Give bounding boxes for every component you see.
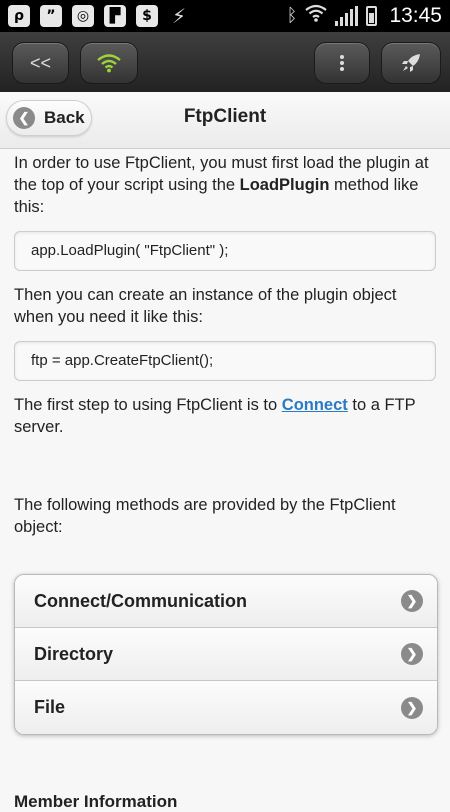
- wifi-button[interactable]: [80, 42, 138, 84]
- methods-intro: The following methods are provided by th…: [14, 496, 396, 536]
- list-item-file[interactable]: File ❯: [15, 681, 437, 734]
- chevron-right-icon: ❯: [401, 643, 423, 665]
- first-step-paragraph: The first step to using FtpClient is to …: [14, 394, 436, 438]
- rocket-icon: [402, 54, 420, 72]
- code-block-create: ftp = app.CreateFtpClient();: [14, 341, 436, 381]
- instance-paragraph: Then you can create an instance of the p…: [14, 286, 397, 326]
- clock: 13:45: [389, 3, 442, 27]
- status-bar: ρ ” ◎ ▛ $ ⚡ ᛒ 13:45: [0, 0, 450, 32]
- loadplugin-term: LoadPlugin: [239, 176, 330, 194]
- code-block-loadplugin: app.LoadPlugin( "FtpClient" );: [14, 231, 436, 271]
- wifi-icon: [305, 3, 328, 28]
- notification-icons: ρ ” ◎ ▛ $ ⚡: [8, 4, 190, 28]
- doc-content: In order to use FtpClient, you must firs…: [14, 152, 436, 538]
- intro-paragraph: In order to use FtpClient, you must firs…: [14, 152, 436, 218]
- wifi-icon: [97, 54, 121, 73]
- rocket-button[interactable]: [381, 42, 441, 84]
- bolt-icon: ⚡: [171, 4, 187, 28]
- chevron-right-icon: ❯: [401, 590, 423, 612]
- list-item-label: File: [34, 697, 66, 717]
- chevron-right-icon: ❯: [401, 696, 423, 719]
- p-app-icon: ρ: [8, 5, 30, 27]
- list-item-label: Connect/Communication: [34, 590, 248, 611]
- list-item-label: Directory: [34, 643, 114, 664]
- app-toolbar: <<: [0, 32, 450, 93]
- dollar-icon: $: [136, 5, 158, 27]
- page-header: ❮ Back FtpClient: [0, 92, 450, 149]
- flipboard-icon: ▛: [104, 5, 126, 27]
- first-step-text: The first step to using FtpClient is to: [14, 396, 282, 414]
- methods-list: Connect/Communication ❯ Directory ❯ File…: [14, 574, 438, 735]
- list-item-directory[interactable]: Directory ❯: [15, 628, 437, 681]
- menu-button[interactable]: [314, 42, 370, 84]
- sync-icon: ◎: [72, 5, 94, 27]
- list-item-connect-communication[interactable]: Connect/Communication ❯: [15, 575, 437, 628]
- page-title: FtpClient: [183, 106, 267, 127]
- member-information-heading: Member Information: [14, 792, 178, 811]
- signal-icon: [335, 5, 359, 26]
- nav-back-button[interactable]: <<: [12, 42, 69, 84]
- more-vertical-icon: [340, 55, 344, 71]
- bluetooth-icon: ᛒ: [286, 5, 298, 26]
- chat-icon: ”: [40, 5, 62, 27]
- connect-link[interactable]: Connect: [282, 396, 348, 414]
- battery-icon: [366, 5, 378, 26]
